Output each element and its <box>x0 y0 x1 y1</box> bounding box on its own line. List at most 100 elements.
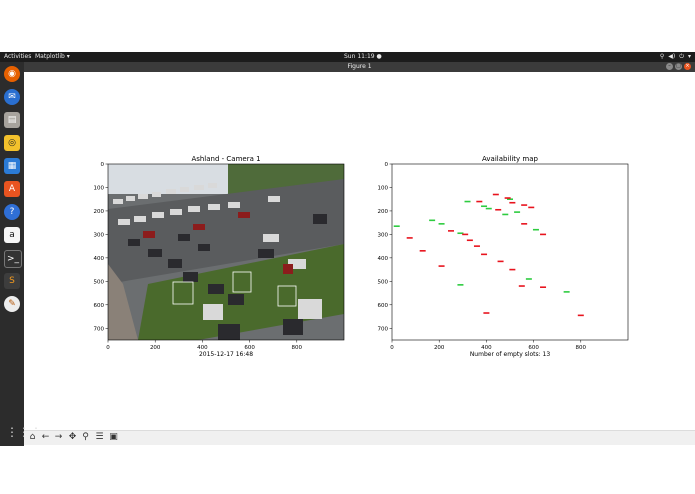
occupied-slot-mark <box>406 237 413 239</box>
x-tick-label: 0 <box>106 345 110 351</box>
empty-slot-mark <box>464 200 471 203</box>
help-icon[interactable]: ? <box>4 204 20 220</box>
close-button[interactable]: × <box>684 63 691 70</box>
y-tick-label: 600 <box>94 303 105 309</box>
show-applications-icon[interactable]: ⋮⋮⋮ <box>6 426 42 438</box>
right-plot-title: Availability map <box>482 155 538 163</box>
occupied-slot-mark <box>462 233 469 236</box>
left-axes-frame <box>107 163 345 341</box>
y-tick-label: 300 <box>378 232 389 238</box>
empty-slot-mark <box>481 205 488 208</box>
occupied-slot-mark <box>481 253 488 256</box>
occupied-slot-mark <box>492 193 499 196</box>
occupied-slot-mark <box>438 265 445 267</box>
empty-slot-mark <box>393 225 400 227</box>
pan-icon[interactable]: ✥ <box>67 432 78 443</box>
rhythmbox-icon[interactable]: ◎ <box>4 135 20 151</box>
occupied-slot-mark <box>504 197 511 199</box>
y-tick-label: 500 <box>378 279 389 285</box>
occupied-slot-mark <box>521 204 528 206</box>
top-panel: Activities Matplotlib ▾ Sun 11:19 ● ⚲ ◀)… <box>0 52 695 62</box>
x-tick-label: 400 <box>481 345 492 351</box>
app-menu[interactable]: Matplotlib ▾ <box>35 52 70 62</box>
y-tick-label: 500 <box>94 279 105 285</box>
libreoffice-writer-icon[interactable]: ▦ <box>4 158 20 174</box>
occupied-slot-mark <box>540 233 547 236</box>
axes-layer: Ashland - Camera 1 2015-12-17 16:48 0 200… <box>94 155 629 358</box>
home-icon[interactable]: ⌂ <box>27 432 38 443</box>
system-settings-icon[interactable]: ✎ <box>4 296 20 312</box>
configure-subplots-icon[interactable]: ☰ <box>94 432 105 443</box>
figure-canvas[interactable]: Ashland - Camera 1 2015-12-17 16:48 0 200… <box>24 72 695 430</box>
firefox-icon[interactable]: ◉ <box>4 66 20 82</box>
x-tick-label: 0 <box>390 345 394 351</box>
left-plot-xlabel: 2015-12-17 16:48 <box>199 351 253 358</box>
power-icon: ⏻ <box>679 53 684 60</box>
empty-slot-mark <box>429 219 436 222</box>
window-titlebar[interactable]: Figure 1 – □ × <box>24 62 695 72</box>
files-icon[interactable]: ▤ <box>4 112 20 128</box>
x-tick-label: 600 <box>528 345 539 351</box>
back-icon[interactable]: ← <box>40 432 51 443</box>
y-tick-label: 600 <box>378 303 389 309</box>
occupied-slot-mark <box>540 286 547 288</box>
software-center-icon[interactable]: A <box>4 181 20 197</box>
x-tick-label: 600 <box>244 345 255 351</box>
occupied-slot-mark <box>518 285 525 287</box>
y-tick-label: 200 <box>378 209 389 215</box>
dock: ◉ ✉ ▤ ◎ ▦ A ? a >_ S ✎ ⋮⋮⋮ <box>0 62 42 446</box>
empty-slot-mark <box>502 213 509 216</box>
occupied-slot-mark <box>466 239 473 242</box>
navigation-toolbar: ⌂ ← → ✥ ⚲ ☰ ▣ <box>24 430 695 445</box>
occupied-slot-mark <box>483 312 490 314</box>
activities-button[interactable]: Activities <box>4 52 31 62</box>
right-axes-frame <box>391 163 629 341</box>
x-tick-label: 200 <box>150 345 161 351</box>
occupied-slot-mark <box>577 314 584 317</box>
system-tray[interactable]: ⚲ ◀) ⏻ ▾ <box>660 52 691 62</box>
x-tick-label: 200 <box>434 345 445 351</box>
occupied-slot-mark <box>497 260 504 263</box>
maximize-button[interactable]: □ <box>675 63 682 70</box>
empty-slot-mark <box>525 278 532 280</box>
occupied-slot-mark <box>528 206 535 209</box>
occupied-slot-mark <box>419 250 426 252</box>
empty-slot-mark <box>438 223 445 225</box>
sublime-text-icon[interactable]: S <box>4 273 20 289</box>
y-tick-label: 100 <box>94 185 105 191</box>
zoom-icon[interactable]: ⚲ <box>80 432 91 443</box>
y-tick-label: 700 <box>378 326 389 332</box>
thunderbird-icon[interactable]: ✉ <box>4 89 20 105</box>
y-tick-label: 200 <box>94 209 105 215</box>
volume-icon: ◀) <box>668 53 676 60</box>
left-axes-ticks: 0 200 400 600 800 0 100 200 300 400 500 600 700 <box>94 162 303 351</box>
empty-slot-mark <box>485 207 492 210</box>
y-tick-label: 0 <box>385 162 389 168</box>
empty-slot-mark <box>563 291 570 293</box>
y-tick-label: 700 <box>94 326 105 332</box>
terminal-icon[interactable]: >_ <box>4 250 22 268</box>
y-tick-label: 400 <box>378 256 389 262</box>
window-title: Figure 1 <box>347 63 372 70</box>
y-tick-label: 0 <box>101 162 105 168</box>
x-tick-label: 400 <box>197 345 208 351</box>
occupied-slot-mark <box>473 245 480 247</box>
occupied-slot-mark <box>476 200 483 203</box>
right-plot-xlabel: Number of empty slots: 13 <box>470 351 551 358</box>
x-tick-label: 800 <box>292 345 303 351</box>
y-tick-label: 300 <box>94 232 105 238</box>
amazon-icon[interactable]: a <box>4 227 20 243</box>
left-plot-title: Ashland - Camera 1 <box>191 155 260 163</box>
empty-slot-mark <box>514 211 521 213</box>
y-tick-label: 400 <box>94 256 105 262</box>
occupied-slot-mark <box>495 208 502 211</box>
forward-icon[interactable]: → <box>53 432 64 443</box>
minimize-button[interactable]: – <box>666 63 673 70</box>
save-icon[interactable]: ▣ <box>108 432 119 443</box>
occupied-slot-mark <box>521 223 528 225</box>
empty-slot-mark <box>532 228 539 231</box>
x-tick-label: 800 <box>576 345 587 351</box>
y-tick-label: 100 <box>378 185 389 191</box>
occupied-slot-mark <box>509 268 516 271</box>
clock[interactable]: Sun 11:19 ● <box>344 52 382 62</box>
